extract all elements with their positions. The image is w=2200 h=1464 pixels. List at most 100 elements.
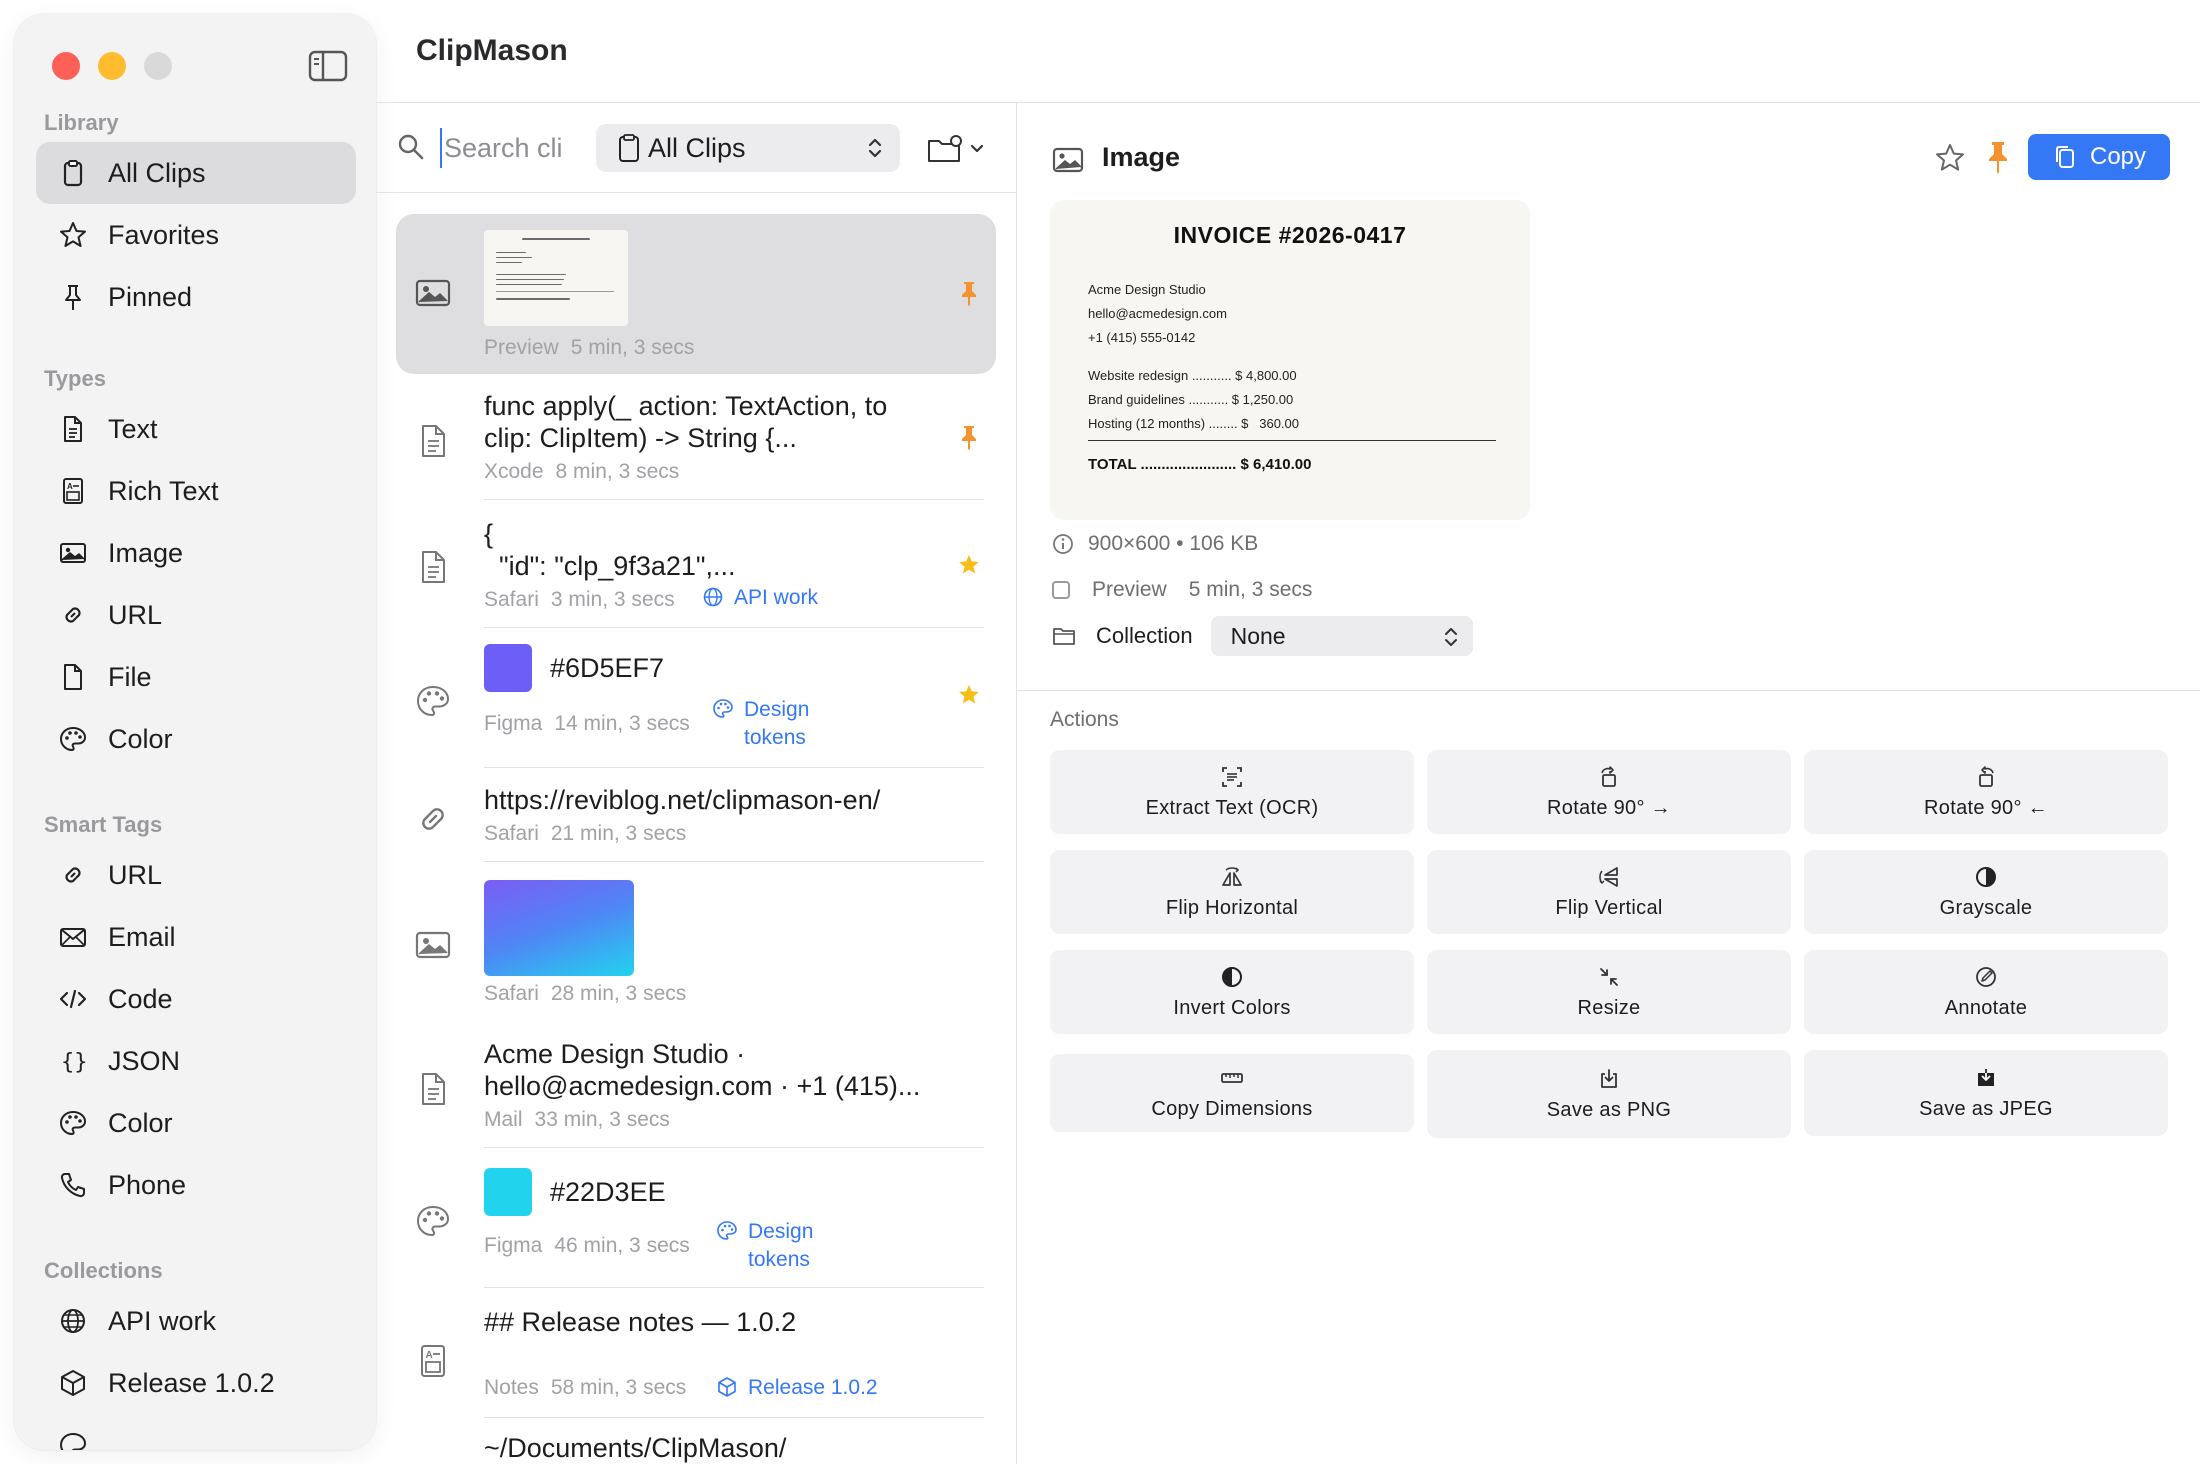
clip-source: Safari xyxy=(484,982,539,1005)
star-filled-icon[interactable] xyxy=(958,554,980,580)
clip-row-selected[interactable]: Preview 5 min, 3 secs xyxy=(396,214,996,374)
sidebar-item-label: Image xyxy=(108,537,184,568)
pin-icon[interactable] xyxy=(1984,140,2012,174)
action-save-png-button[interactable]: Save as PNG xyxy=(1427,1050,1791,1138)
clip-text: func apply(_ action: TextAction, to xyxy=(484,391,888,421)
sidebar-item-file[interactable]: File xyxy=(36,646,356,708)
action-extract-text-button[interactable]: Extract Text (OCR) xyxy=(1050,750,1414,834)
sidebar-toggle-icon[interactable] xyxy=(308,50,348,82)
search-bar: All Clips xyxy=(396,122,996,174)
sidebar-item-tag-phone[interactable]: Phone xyxy=(36,1154,356,1216)
action-label: Rotate 90° ← xyxy=(1924,796,2048,819)
minimize-window-button[interactable] xyxy=(98,52,126,80)
sidebar-item-rich-text[interactable]: A Rich Text xyxy=(36,460,356,522)
sidebar-item-tag-url[interactable]: URL xyxy=(36,844,356,906)
clip-time: 8 min, 3 secs xyxy=(555,460,680,483)
app-title: ClipMason xyxy=(416,34,568,67)
clip-row[interactable]: Safari 28 min, 3 secs xyxy=(396,874,996,1006)
sidebar-item-tag-code[interactable]: Code xyxy=(36,968,356,1030)
action-grayscale-button[interactable]: Grayscale xyxy=(1804,850,2168,934)
zoom-window-button[interactable] xyxy=(144,52,172,80)
collection-tag[interactable]: Release 1.0.2 xyxy=(716,1376,878,1400)
clip-row[interactable]: Acme Design Studio · hello@acmedesign.co… xyxy=(396,1030,996,1148)
detail-time: 5 min, 3 secs xyxy=(1188,578,1313,601)
action-annotate-button[interactable]: Annotate xyxy=(1804,950,2168,1034)
clip-text: Acme Design Studio · xyxy=(484,1039,746,1069)
clip-source: Notes xyxy=(484,1376,539,1399)
star-filled-icon[interactable] xyxy=(958,684,980,710)
clip-source: Xcode xyxy=(484,460,544,483)
action-copy-dimensions-button[interactable]: Copy Dimensions xyxy=(1050,1054,1414,1132)
clip-filter-select[interactable]: All Clips xyxy=(596,124,900,172)
folder-badge-icon xyxy=(928,135,984,162)
clip-time: 58 min, 3 secs xyxy=(550,1376,687,1399)
detail-divider xyxy=(1016,690,2200,691)
action-label: Save as JPEG xyxy=(1919,1097,2053,1120)
braces-icon: {} xyxy=(56,1044,90,1078)
clipboard-icon xyxy=(618,133,640,163)
pin-icon[interactable] xyxy=(958,280,980,306)
pin-icon[interactable] xyxy=(958,424,980,450)
invoice-total: TOTAL ....................... $ 6,410.00 xyxy=(1088,456,1312,473)
sidebar-item-pinned[interactable]: Pinned xyxy=(36,266,356,328)
section-title-smart-tags: Smart Tags xyxy=(44,812,163,837)
resize-icon xyxy=(1600,967,1618,986)
rich-text-icon: A xyxy=(56,474,90,508)
clip-text: ~/Documents/ClipMason/ xyxy=(484,1433,787,1463)
rotate-left-icon xyxy=(1979,765,1994,787)
sidebar-item-collection-release[interactable]: Release 1.0.2 xyxy=(36,1352,356,1414)
actions-title: Actions xyxy=(1050,708,1119,731)
action-resize-button[interactable]: Resize xyxy=(1427,950,1791,1034)
collection-tag[interactable]: Design tokens xyxy=(712,698,809,750)
sidebar-item-color[interactable]: Color xyxy=(36,708,356,770)
clip-thumbnail xyxy=(484,880,634,976)
clip-row[interactable]: { "id": "clp_9f3a21",... Safari 3 min, 3 … xyxy=(396,512,996,628)
sidebar-item-collection-api-work[interactable]: API work xyxy=(36,1290,356,1352)
sidebar-item-label: API work xyxy=(108,1305,217,1336)
new-collection-button[interactable] xyxy=(926,132,988,166)
action-flip-vertical-button[interactable]: Flip Vertical xyxy=(1427,850,1791,934)
close-window-button[interactable] xyxy=(52,52,80,80)
sidebar-item-label: URL xyxy=(108,859,163,890)
palette-icon xyxy=(56,722,90,756)
action-rotate-right-button[interactable]: Rotate 90° → xyxy=(1427,750,1791,834)
sidebar-item-collection-partial[interactable] xyxy=(36,1414,356,1450)
sidebar-item-tag-json[interactable]: {} JSON xyxy=(36,1030,356,1092)
palette-icon xyxy=(713,699,733,718)
sidebar-item-all-clips[interactable]: All Clips xyxy=(36,142,356,204)
source-checkbox[interactable] xyxy=(1052,581,1070,599)
sidebar-item-url[interactable]: URL xyxy=(36,584,356,646)
action-rotate-left-button[interactable]: Rotate 90° ← xyxy=(1804,750,2168,834)
action-invert-colors-button[interactable]: Invert Colors xyxy=(1050,950,1414,1034)
sidebar-item-favorites[interactable]: Favorites xyxy=(36,204,356,266)
collection-select[interactable]: None xyxy=(1210,616,1473,656)
clip-text: "id": "clp_9f3a21",... xyxy=(484,551,736,581)
link-icon xyxy=(56,598,90,632)
clip-text: { xyxy=(484,519,494,549)
row-separator xyxy=(484,767,984,768)
invoice-company: Acme Design Studio xyxy=(1088,282,1206,297)
sidebar-item-label: File xyxy=(108,661,152,692)
document-icon xyxy=(414,1070,454,1110)
action-flip-horizontal-button[interactable]: Flip Horizontal xyxy=(1050,850,1414,934)
clip-row[interactable]: func apply(_ action: TextAction, to clip… xyxy=(396,386,996,500)
copy-button[interactable]: Copy xyxy=(2028,134,2170,180)
svg-text:A: A xyxy=(426,1350,433,1361)
clip-row[interactable]: https://reviblog.net/clipmason-en/ Safar… xyxy=(396,780,996,862)
clip-row[interactable]: #22D3EE Figma 46 min, 3 secs Design tokens xyxy=(396,1160,996,1288)
rich-text-icon: A xyxy=(414,1342,454,1382)
clip-text: clip: ClipItem) -> String {... xyxy=(484,423,797,453)
sidebar-item-text[interactable]: Text xyxy=(36,398,356,460)
clip-row[interactable]: A ## Release notes — 1.0.2 Notes 58 min, … xyxy=(396,1300,996,1418)
favorite-star-icon[interactable] xyxy=(1934,142,1966,174)
search-input[interactable] xyxy=(440,128,562,168)
collection-tag[interactable]: API work xyxy=(702,586,818,610)
clip-row[interactable]: ~/Documents/ClipMason/ xyxy=(396,1430,996,1464)
invoice-email: hello@acmedesign.com xyxy=(1088,306,1227,321)
sidebar-item-tag-color[interactable]: Color xyxy=(36,1092,356,1154)
clip-row[interactable]: #6D5EF7 Figma 14 min, 3 secs Design tokens xyxy=(396,640,996,768)
action-save-jpeg-button[interactable]: Save as JPEG xyxy=(1804,1050,2168,1136)
sidebar-item-image[interactable]: Image xyxy=(36,522,356,584)
collection-tag[interactable]: Design tokens xyxy=(716,1220,813,1272)
sidebar-item-tag-email[interactable]: Email xyxy=(36,906,356,968)
